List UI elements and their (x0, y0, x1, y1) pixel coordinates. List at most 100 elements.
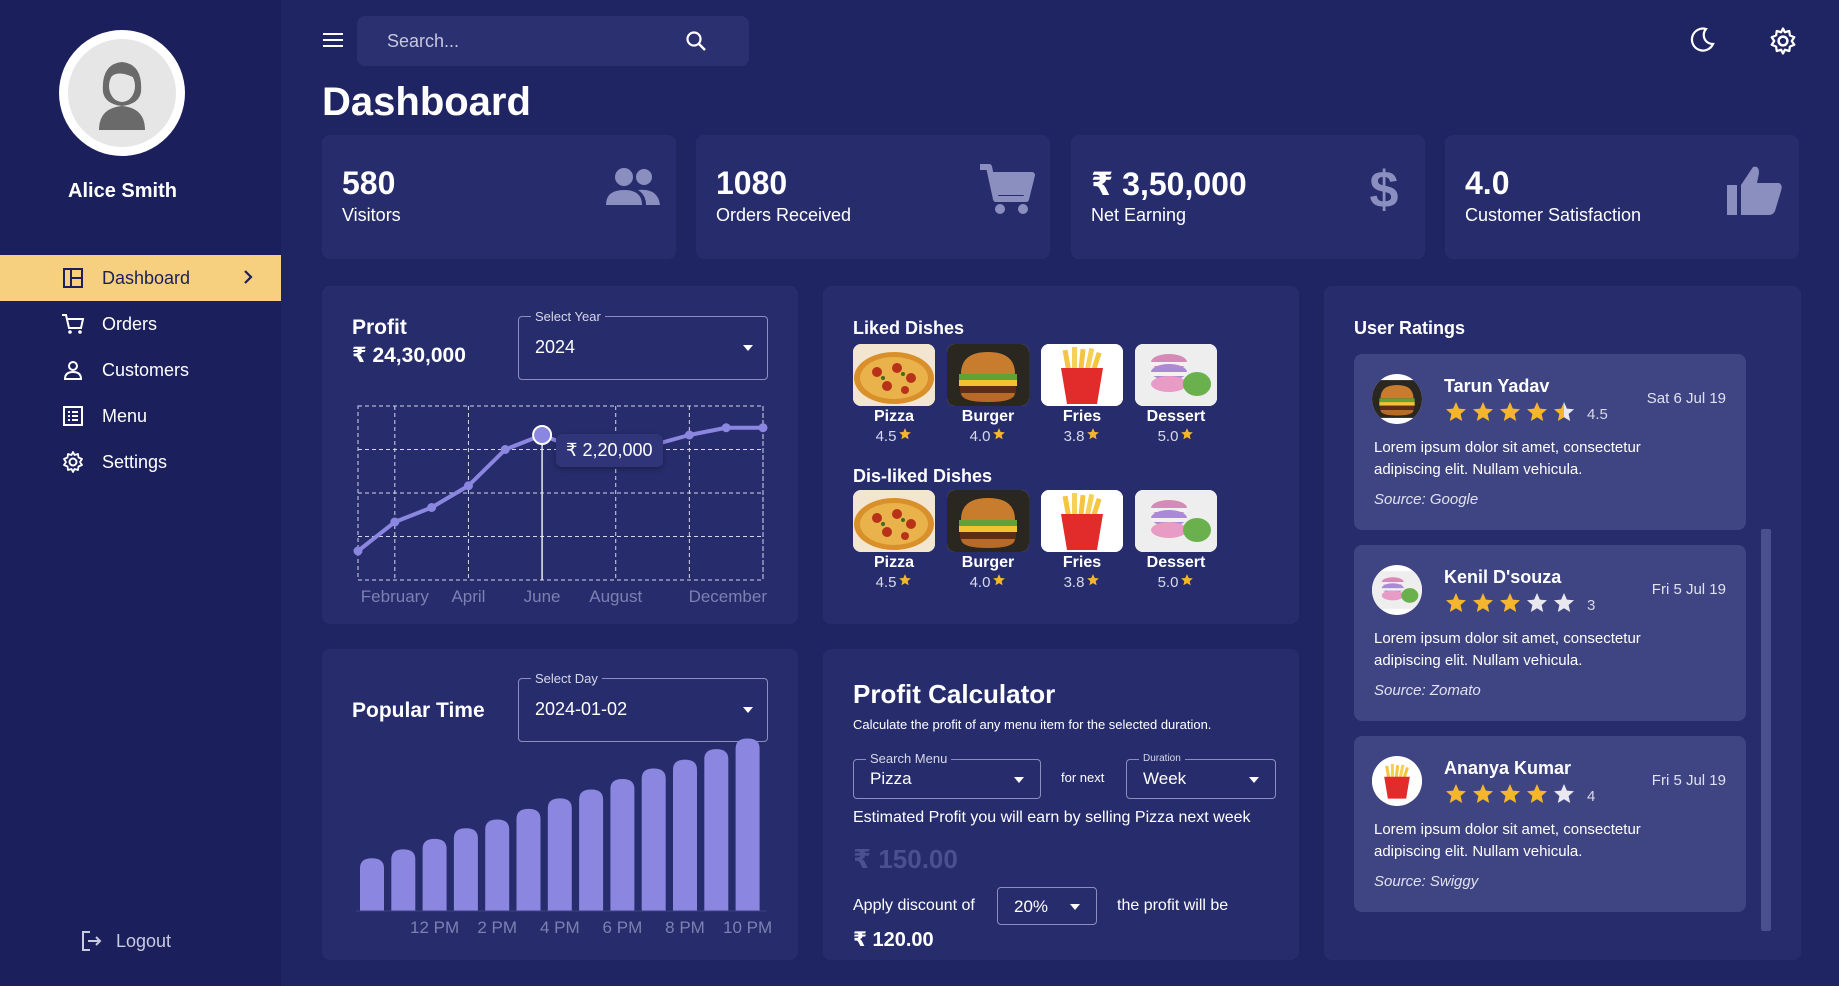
sidebar-item-dashboard[interactable]: Dashboard (0, 255, 281, 301)
empty-star-icon (1552, 782, 1576, 811)
dollar-icon: $ (1367, 161, 1401, 222)
person-icon (60, 357, 86, 383)
chart-point[interactable] (390, 517, 400, 527)
chart-point[interactable] (721, 423, 731, 433)
star-icon (992, 427, 1006, 445)
search-input[interactable] (387, 30, 687, 52)
svg-text:$: $ (1370, 163, 1399, 217)
avatar[interactable] (59, 30, 185, 156)
sidebar-item-settings[interactable]: Settings (0, 439, 281, 485)
stat-value: 4.0 (1465, 165, 1510, 201)
dish-card[interactable]: Burger 4.0 (947, 490, 1029, 591)
dish-card[interactable]: Dessert 5.0 (1135, 344, 1217, 445)
chart-point[interactable] (758, 423, 768, 433)
dish-card[interactable]: Pizza 4.5 (853, 344, 935, 445)
star-icon (1444, 400, 1468, 429)
dish-card[interactable]: Dessert 5.0 (1135, 490, 1217, 591)
logout-label: Logout (116, 930, 172, 951)
dish-rating-value: 4.0 (969, 427, 991, 445)
star-icon (1180, 573, 1194, 591)
star-rating: 4.5 (1444, 400, 1608, 429)
dish-rating: 5.0 (1135, 573, 1217, 591)
discount-select[interactable]: 20% (997, 887, 1097, 925)
dish-rating: 4.0 (947, 573, 1029, 591)
star-icon (992, 573, 1006, 591)
reviewer-name: Ananya Kumar (1444, 758, 1572, 778)
dish-image (853, 344, 935, 406)
dark-mode-moon-icon[interactable] (1688, 26, 1716, 59)
rating-card: Kenil D'souza Fri 5 Jul 19 3 Lorem ipsum… (1354, 545, 1746, 721)
estimate-text: Estimated Profit you will earn by sellin… (853, 809, 1251, 826)
stat-card-orders: 1080 Orders Received (696, 135, 1050, 259)
settings-gear-icon[interactable] (1768, 26, 1798, 61)
chart-point[interactable] (500, 445, 510, 454)
calculator-title: Profit Calculator (853, 679, 1056, 709)
caret-down-icon (1070, 904, 1080, 910)
chart-point[interactable] (463, 481, 473, 491)
rating-card: Tarun Yadav Sat 6 Jul 19 4.5 Lorem ipsum… (1354, 354, 1746, 530)
dish-image (947, 490, 1029, 552)
star-icon (898, 427, 912, 445)
dashboard-icon (60, 265, 86, 291)
dish-rating-value: 3.8 (1063, 573, 1085, 591)
dish-rating-value: 3.8 (1063, 427, 1085, 445)
chart-point[interactable] (532, 425, 553, 445)
duration-select[interactable]: Duration Week (1126, 753, 1276, 799)
rating-score: 3 (1587, 597, 1596, 614)
stat-card-satisfaction: 4.0 Customer Satisfaction (1445, 135, 1799, 259)
menu-item-select[interactable]: Search Menu Pizza (853, 751, 1041, 799)
chart-point[interactable] (684, 430, 694, 440)
logout-button[interactable]: Logout (80, 930, 171, 952)
stat-value: 1080 (716, 165, 788, 201)
x-tick-label: April (451, 587, 485, 606)
caret-down-icon (1249, 777, 1259, 783)
review-source: Source: Google (1374, 491, 1479, 508)
x-tick-label: 4 PM (540, 918, 580, 937)
star-icon (1525, 782, 1549, 811)
dish-name: Fries (1062, 408, 1102, 425)
stat-value: ₹ 3,50,000 (1091, 166, 1247, 202)
dish-name: Burger (961, 408, 1015, 425)
sidebar-item-label: Orders (102, 313, 158, 334)
search-icon[interactable] (685, 30, 707, 57)
user-name: Alice Smith (68, 180, 177, 202)
sidebar: Alice Smith Dashboard Orders Customers M… (0, 0, 281, 986)
star-icon (1471, 782, 1495, 811)
empty-star-icon (1552, 591, 1576, 620)
result-label: the profit will be (1117, 897, 1229, 914)
dish-image (947, 344, 1029, 406)
dish-card[interactable]: Pizza 4.5 (853, 490, 935, 591)
chart-point[interactable] (427, 503, 437, 512)
dish-image (1041, 490, 1123, 552)
stat-card-visitors: 580 Visitors (322, 135, 676, 259)
discount-label: Apply discount of (853, 897, 975, 914)
hamburger-menu-icon[interactable] (322, 30, 344, 55)
empty-star-icon (1525, 591, 1549, 620)
chart-point[interactable] (353, 546, 363, 556)
disliked-dishes-title: Dis-liked Dishes (853, 466, 993, 486)
stat-label: Net Earning (1091, 205, 1187, 225)
x-tick-label: 2 PM (477, 918, 517, 937)
bar (735, 738, 760, 911)
dish-card[interactable]: Fries 3.8 (1041, 344, 1123, 445)
star-icon (1444, 782, 1468, 811)
cart-icon (978, 163, 1036, 222)
dish-rating: 3.8 (1041, 427, 1123, 445)
search-bar (357, 16, 749, 66)
sidebar-item-menu[interactable]: Menu (0, 393, 281, 439)
sidebar-item-orders[interactable]: Orders (0, 301, 281, 347)
dishes-panel: Liked Dishes Pizza 4.5 Burger 4.0 Fries … (823, 286, 1299, 624)
bar (673, 759, 697, 911)
sidebar-item-label: Customers (102, 359, 190, 380)
star-icon (898, 573, 912, 591)
dish-card[interactable]: Fries 3.8 (1041, 490, 1123, 591)
bar (579, 789, 604, 911)
sidebar-item-customers[interactable]: Customers (0, 347, 281, 393)
dish-name: Pizza (873, 554, 914, 571)
dish-card[interactable]: Burger 4.0 (947, 344, 1029, 445)
ratings-scrollbar[interactable] (1761, 529, 1771, 931)
dish-rating-value: 5.0 (1157, 427, 1179, 445)
menu-select-label: Search Menu (866, 751, 952, 766)
review-text: Lorem ipsum dolor sit amet, consectetur … (1374, 439, 1641, 478)
x-tick-label: 12 PM (410, 918, 459, 937)
